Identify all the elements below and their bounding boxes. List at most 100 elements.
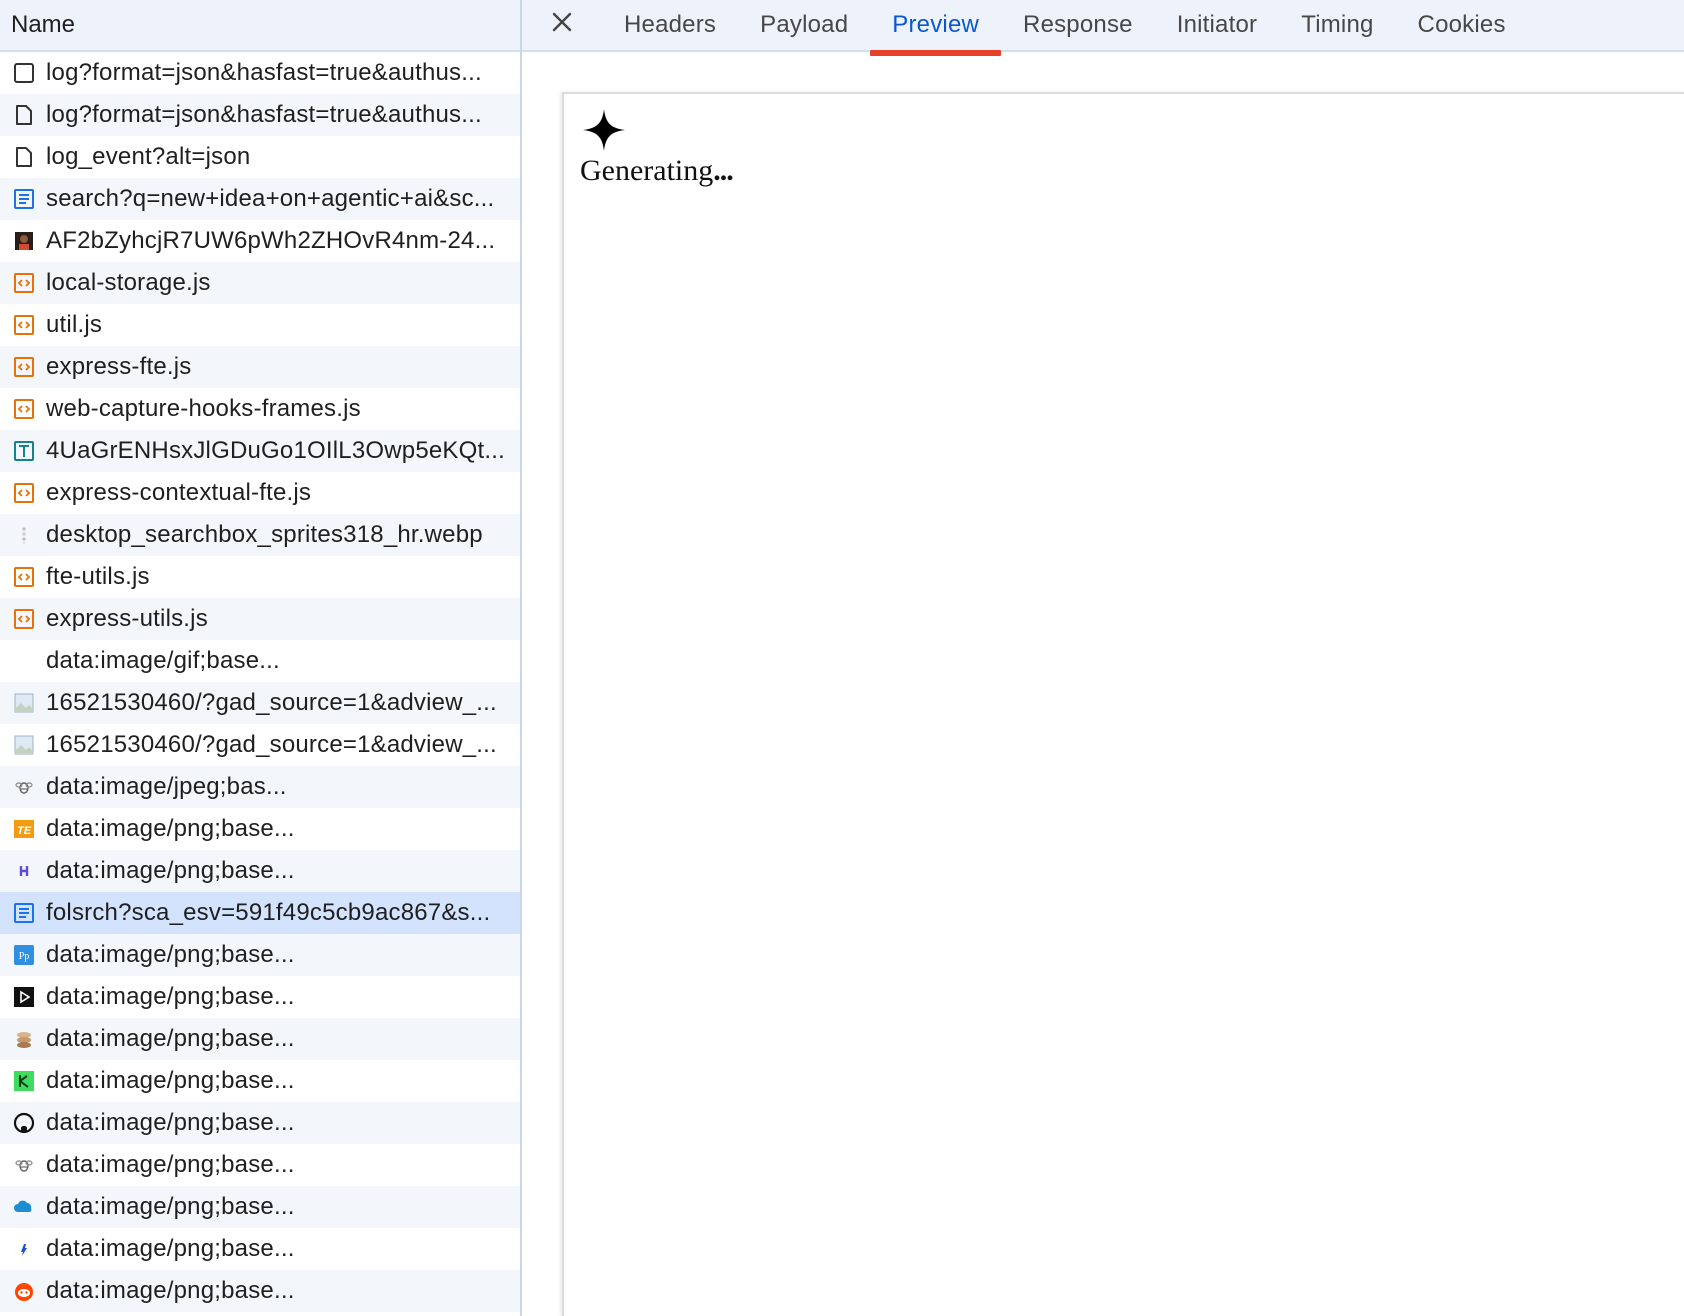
request-row[interactable]: data:image/png;base... — [0, 1144, 520, 1186]
request-name: 16521530460/?gad_source=1&adview_... — [46, 689, 497, 716]
request-row[interactable]: search?q=new+idea+on+agentic+ai&sc... — [0, 178, 520, 220]
script-icon — [12, 481, 36, 505]
sparkle-icon — [583, 109, 625, 151]
request-row[interactable]: util.js — [0, 304, 520, 346]
name-column-header[interactable]: Name — [0, 0, 520, 52]
request-row[interactable]: fte-utils.js — [0, 556, 520, 598]
request-row[interactable]: data:image/png;base... — [0, 1270, 520, 1312]
script-icon — [12, 313, 36, 337]
request-name: express-contextual-fte.js — [46, 479, 312, 506]
request-name: data:image/png;base... — [46, 1235, 295, 1262]
html-document-icon — [12, 901, 36, 925]
tab-payload[interactable]: Payload — [738, 0, 870, 50]
request-row[interactable]: data:image/gif;base... — [0, 640, 520, 682]
close-icon — [552, 12, 572, 32]
request-name: data:image/png;base... — [46, 815, 295, 842]
request-row[interactable]: data:image/png;base... — [0, 1102, 520, 1144]
request-row[interactable]: 4UaGrENHsxJlGDuGo1OIlL3Owp5eKQt... — [0, 430, 520, 472]
request-row[interactable]: log?format=json&hasfast=true&authus... — [0, 52, 520, 94]
request-row[interactable]: data:image/png;base... — [0, 850, 520, 892]
generating-label: Generating — [580, 154, 714, 187]
detail-tab-bar: Headers Payload Preview Response Initiator Ti… — [522, 0, 1684, 56]
request-row[interactable]: log_event?alt=json — [0, 136, 520, 178]
request-row[interactable]: data:image/png;base... — [0, 1060, 520, 1102]
bee-icon — [12, 1153, 36, 1177]
request-name: log?format=json&hasfast=true&authus... — [46, 59, 482, 86]
request-name: local-storage.js — [46, 269, 211, 296]
request-name: 4UaGrENHsxJlGDuGo1OIlL3Owp5eKQt... — [46, 437, 505, 464]
request-row[interactable]: folsrch?sca_esv=591f49c5cb9ac867&s... — [0, 892, 520, 934]
reddit-icon — [12, 1279, 36, 1303]
request-name: folsrch?sca_esv=591f49c5cb9ac867&s... — [46, 899, 491, 926]
request-row[interactable]: data:image/png;base... — [0, 1186, 520, 1228]
tab-cookies[interactable]: Cookies — [1396, 0, 1528, 50]
devtools-network-panel: Name log?format=json&hasfast=true&authus… — [0, 0, 1684, 1316]
request-name: data:image/jpeg;bas... — [46, 773, 287, 800]
tab-timing[interactable]: Timing — [1279, 0, 1395, 50]
play-logo-icon — [12, 985, 36, 1009]
request-row[interactable]: local-storage.js — [0, 262, 520, 304]
avatar-image-icon — [12, 229, 36, 253]
request-row[interactable]: data:image/jpeg;bas... — [0, 766, 520, 808]
script-icon — [12, 397, 36, 421]
request-name: 16521530460/?gad_source=1&adview_... — [46, 731, 497, 758]
generating-text: Generating... — [580, 154, 734, 188]
request-row[interactable]: log?format=json&hasfast=true&authus... — [0, 94, 520, 136]
request-row[interactable]: AF2bZyhcjR7UW6pWh2ZHOvR4nm-24... — [0, 220, 520, 262]
tab-preview[interactable]: Preview — [870, 0, 1001, 56]
request-name: fte-utils.js — [46, 563, 150, 590]
request-row[interactable]: express-utils.js — [0, 598, 520, 640]
sprite-image-icon — [12, 523, 36, 547]
request-row[interactable]: web-capture-hooks-frames.js — [0, 388, 520, 430]
request-list-pane: Name log?format=json&hasfast=true&authus… — [0, 0, 522, 1316]
request-name: AF2bZyhcjR7UW6pWh2ZHOvR4nm-24... — [46, 227, 496, 254]
blank-icon — [12, 649, 36, 673]
pp-logo-icon: Pp — [12, 943, 36, 967]
script-icon — [12, 355, 36, 379]
request-name: data:image/png;base... — [46, 1109, 295, 1136]
request-row[interactable]: data:image/png;base... — [0, 1228, 520, 1270]
bee-icon — [12, 775, 36, 799]
request-name: search?q=new+idea+on+agentic+ai&sc... — [46, 185, 495, 212]
request-row[interactable]: 16521530460/?gad_source=1&adview_... — [0, 682, 520, 724]
request-name: log?format=json&hasfast=true&authus... — [46, 101, 482, 128]
request-row[interactable]: express-contextual-fte.js — [0, 472, 520, 514]
detail-tabs: Headers Payload Preview Response Initiator Ti… — [602, 0, 1528, 56]
request-row[interactable]: Pp data:image/png;base... — [0, 934, 520, 976]
name-column-label: Name — [11, 11, 76, 38]
request-list: log?format=json&hasfast=true&authus... lo… — [0, 52, 520, 1312]
tab-headers[interactable]: Headers — [602, 0, 738, 50]
request-name: desktop_searchbox_sprites318_hr.webp — [46, 521, 483, 548]
request-name: express-utils.js — [46, 605, 208, 632]
request-name: data:image/png;base... — [46, 857, 295, 884]
request-row[interactable]: TE data:image/png;base... — [0, 808, 520, 850]
request-name: data:image/png;base... — [46, 1193, 295, 1220]
tab-response[interactable]: Response — [1001, 0, 1155, 50]
request-row[interactable]: data:image/png;base... — [0, 1018, 520, 1060]
green-logo-icon — [12, 1069, 36, 1093]
font-icon — [12, 439, 36, 463]
request-detail-pane: Headers Payload Preview Response Initiator Ti… — [522, 0, 1684, 1316]
document-icon — [12, 103, 36, 127]
svg-text:Pp: Pp — [19, 951, 30, 962]
small-blue-logo-icon — [12, 1237, 36, 1261]
request-row[interactable]: desktop_searchbox_sprites318_hr.webp — [0, 514, 520, 556]
github-icon — [12, 1111, 36, 1135]
preview-content: Generating... — [580, 108, 734, 188]
request-name: data:image/png;base... — [46, 1151, 295, 1178]
request-name: express-fte.js — [46, 353, 192, 380]
request-row[interactable]: express-fte.js — [0, 346, 520, 388]
script-icon — [12, 271, 36, 295]
preview-frame: Generating... — [562, 92, 1684, 1316]
cloud-logo-icon — [12, 1195, 36, 1219]
request-name: data:image/png;base... — [46, 941, 295, 968]
request-name: data:image/png;base... — [46, 983, 295, 1010]
request-name: web-capture-hooks-frames.js — [46, 395, 361, 422]
te-logo-icon: TE — [12, 817, 36, 841]
loading-dots: ... — [713, 154, 733, 187]
request-row[interactable]: 16521530460/?gad_source=1&adview_... — [0, 724, 520, 766]
request-row[interactable]: data:image/png;base... — [0, 976, 520, 1018]
request-name: log_event?alt=json — [46, 143, 251, 170]
close-button[interactable] — [522, 0, 602, 50]
tab-initiator[interactable]: Initiator — [1155, 0, 1280, 50]
